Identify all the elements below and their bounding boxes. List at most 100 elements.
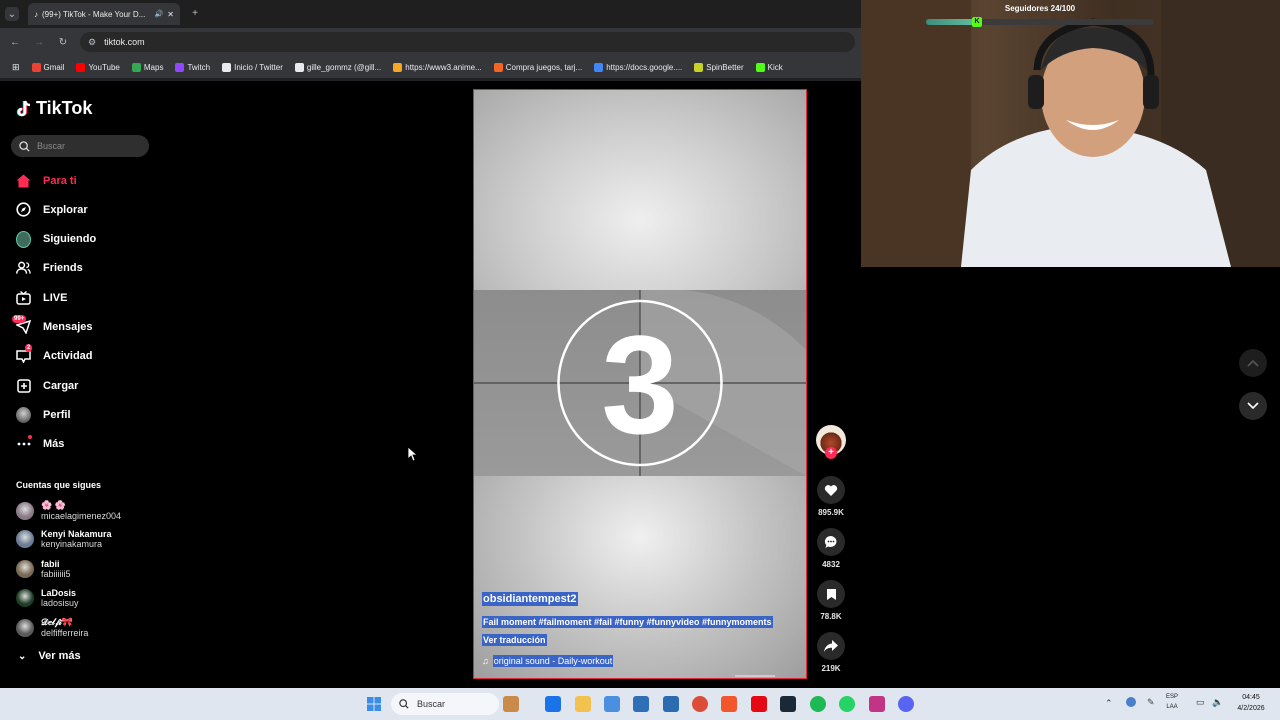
account-handle: micaelagimenez004 xyxy=(41,511,122,521)
nav-item-más[interactable]: Más xyxy=(16,434,65,452)
video-player[interactable]: 3 obsidiantempest2 Fail moment #failmome… xyxy=(473,89,807,679)
tab-search-icon[interactable]: ⌄ xyxy=(5,7,19,21)
bookmark-icon xyxy=(826,588,836,600)
bookmark-item[interactable]: Maps xyxy=(126,62,170,72)
start-icon[interactable] xyxy=(366,696,382,712)
settings-icon[interactable] xyxy=(663,696,679,712)
nav-item-cargar[interactable]: Cargar xyxy=(16,378,78,393)
nav-item-explorar[interactable]: Explorar xyxy=(16,202,88,217)
clock-date: 4/2/2026 xyxy=(1237,705,1265,712)
bookmark-item[interactable]: Twitch xyxy=(169,62,216,72)
chrome-icon[interactable] xyxy=(692,696,708,712)
avatar xyxy=(16,559,34,578)
video-progress[interactable] xyxy=(735,675,775,677)
bookmark-label: Maps xyxy=(143,62,164,72)
bookmark-item[interactable]: https://docs.google.... xyxy=(588,62,688,72)
nav-item-perfil[interactable]: Perfil xyxy=(16,406,71,423)
browser-tab[interactable]: ♪ (99+) TikTok - Make Your D... 🔊 ✕ xyxy=(28,3,180,25)
bookmark-item[interactable]: gille_gommz (@gill... xyxy=(289,62,387,72)
bookmark-favicon-icon xyxy=(131,62,141,72)
profile-icon xyxy=(16,406,31,423)
bookmark-item[interactable]: Gmail xyxy=(26,62,71,72)
search-input[interactable]: Buscar xyxy=(11,135,149,157)
brave-icon[interactable] xyxy=(721,696,737,712)
following-account-item[interactable]: 🌸 🌸 micaelagimenez004 xyxy=(16,500,121,521)
following-account-item[interactable]: 𝒟𝑒𝓁𝒻𝒾🎀 delfifferreira xyxy=(16,617,88,638)
logo-text: TikTok xyxy=(36,98,93,118)
account-name: Kenyi Nakamura xyxy=(41,529,112,540)
nav-item-para-ti[interactable]: Para ti xyxy=(16,173,77,188)
bookmark-item[interactable]: SpinBetter xyxy=(688,62,749,72)
search-icon xyxy=(399,699,409,709)
sound-link[interactable]: original sound - Daily-workout xyxy=(492,655,614,667)
account-handle: kenyinakamura xyxy=(41,539,103,550)
following-account-item[interactable]: Kenyi Nakamura kenyinakamura xyxy=(16,529,112,549)
tiktok-logo[interactable]: TikTok xyxy=(16,98,92,119)
close-tab-icon[interactable]: ✕ xyxy=(167,10,174,19)
address-bar[interactable]: ⚙ tiktok.com xyxy=(80,32,855,52)
following-account-item[interactable]: fabii fabiiiiii5 xyxy=(16,559,71,579)
widgets-icon[interactable] xyxy=(503,696,519,712)
notification-badge: 99+ xyxy=(12,314,27,323)
speaker-icon[interactable]: 🔊 xyxy=(155,10,164,18)
forward-icon[interactable]: → xyxy=(32,35,46,49)
spotify-icon[interactable] xyxy=(810,696,826,712)
like-button[interactable]: 895.9K xyxy=(815,476,847,517)
bookmark-item[interactable]: YouTube xyxy=(70,62,125,72)
tray-overflow-icon[interactable]: ⌃ xyxy=(1105,698,1113,709)
nav-item-actividad[interactable]: 2 Actividad xyxy=(16,343,93,364)
nav-item-friends[interactable]: Friends xyxy=(16,261,83,276)
video-author-link[interactable]: obsidiantempest2 xyxy=(482,592,578,606)
follower-goal-bar xyxy=(926,19,1154,25)
discord-icon[interactable] xyxy=(898,696,914,712)
next-video-button[interactable] xyxy=(1239,392,1267,420)
following-account-item[interactable]: LaDosis ladosisuy xyxy=(16,588,79,608)
nav-label: Más xyxy=(43,438,65,451)
photos-icon[interactable] xyxy=(633,696,649,712)
back-icon[interactable]: ← xyxy=(8,35,22,49)
bookmark-item[interactable]: Inicio / Twitter xyxy=(216,62,289,72)
whatsapp-icon[interactable] xyxy=(839,696,855,712)
kick-icon: K xyxy=(972,17,982,27)
reload-icon[interactable]: ↻ xyxy=(56,35,70,49)
nav-item-mensajes[interactable]: 99+ Mensajes xyxy=(12,314,93,335)
instagram-icon[interactable] xyxy=(869,696,885,712)
see-more-button[interactable]: ⌄ Ver más xyxy=(18,650,81,662)
comment-button[interactable]: 4832 xyxy=(815,528,847,569)
network-icon[interactable]: ▭ xyxy=(1196,697,1205,708)
steam-icon[interactable] xyxy=(780,696,796,712)
follow-plus-icon[interactable]: + xyxy=(825,447,837,459)
music-note-icon: ♫ xyxy=(482,656,489,666)
bookmark-item[interactable]: Kick xyxy=(750,62,789,72)
save-count: 78.8K xyxy=(820,612,842,621)
chevron-down-icon xyxy=(1247,402,1259,410)
upload-icon xyxy=(16,378,31,393)
volume-icon[interactable]: 🔈 xyxy=(1212,697,1223,708)
new-tab-icon[interactable]: + xyxy=(188,6,202,20)
file-explorer-icon[interactable] xyxy=(575,696,591,712)
pen-icon[interactable]: ✎ xyxy=(1147,697,1155,708)
site-info-icon[interactable]: ⚙ xyxy=(88,37,96,48)
language-indicator[interactable]: ESP LAA xyxy=(1166,692,1178,712)
nav-item-live[interactable]: LIVE xyxy=(16,290,67,305)
bookmark-favicon-icon xyxy=(175,62,185,72)
netflix-icon[interactable] xyxy=(751,696,767,712)
bookmark-item[interactable]: Compra juegos, tarj... xyxy=(488,62,588,72)
apps-icon[interactable]: ⊞ xyxy=(6,62,26,73)
onedrive-icon[interactable] xyxy=(1126,697,1136,707)
task-view-icon[interactable] xyxy=(545,696,561,712)
nav-item-siguiendo[interactable]: Siguiendo xyxy=(16,230,96,248)
bookmark-item[interactable]: https://www3.anime... xyxy=(387,62,487,72)
headphone-right xyxy=(1143,75,1159,109)
store-icon[interactable] xyxy=(604,696,620,712)
bookmark-favicon-icon xyxy=(493,62,503,72)
share-button[interactable]: 219K xyxy=(815,632,847,673)
save-button[interactable]: 78.8K xyxy=(815,580,847,621)
taskbar-search[interactable]: Buscar xyxy=(391,693,499,715)
translate-link[interactable]: Ver traducción xyxy=(482,634,547,646)
previous-video-button[interactable] xyxy=(1239,349,1267,377)
system-clock[interactable]: 04:45 4/2/2026 xyxy=(1228,692,1274,714)
author-avatar-button[interactable]: + xyxy=(815,425,847,459)
video-band-top xyxy=(474,90,806,290)
nav-label: Friends xyxy=(43,262,83,275)
